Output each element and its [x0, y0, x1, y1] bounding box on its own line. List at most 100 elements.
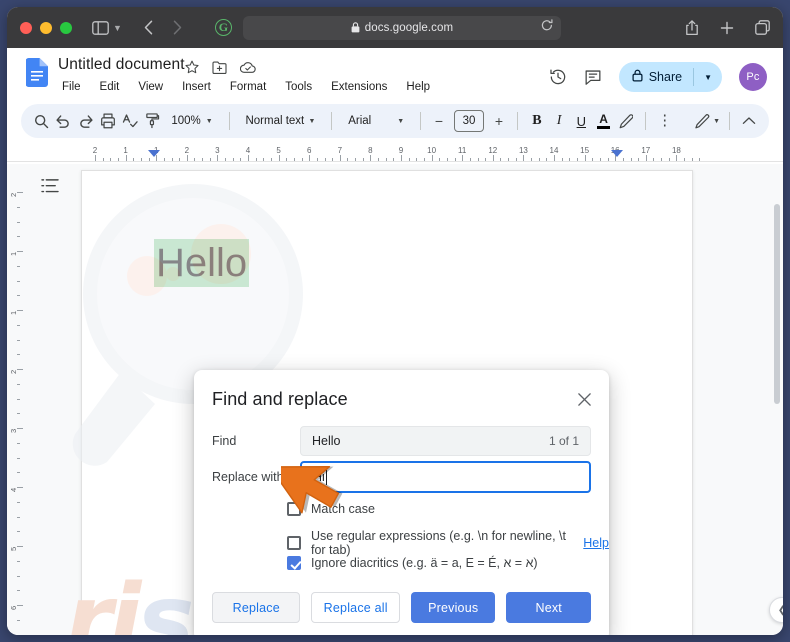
decrease-font-size-button[interactable]: − — [430, 110, 448, 132]
edit-pencil-icon[interactable] — [693, 108, 713, 134]
chevron-up-icon[interactable] — [739, 108, 759, 134]
back-arrow-icon[interactable] — [144, 20, 153, 35]
share-icon[interactable] — [685, 19, 699, 36]
ruler-tick — [684, 158, 686, 161]
menu-help[interactable]: Help — [403, 79, 433, 95]
use-regex-checkbox[interactable] — [287, 536, 301, 550]
ruler-tick — [485, 158, 487, 161]
version-history-icon[interactable] — [549, 68, 567, 86]
paint-format-icon[interactable] — [142, 108, 162, 134]
ruler-tick — [179, 158, 181, 161]
ruler-tick — [217, 155, 219, 161]
vertical-ruler-tick — [17, 354, 20, 356]
sidebar-toggle-icon[interactable] — [92, 20, 109, 35]
spellcheck-icon[interactable] — [120, 108, 140, 134]
menu-format[interactable]: Format — [227, 79, 269, 95]
ruler-tick — [477, 158, 479, 161]
highlight-pen-icon[interactable] — [616, 108, 636, 134]
plus-icon[interactable] — [720, 21, 734, 35]
regex-help-link[interactable]: Help — [583, 536, 609, 550]
ruler-tick — [668, 158, 670, 161]
ruler-tick — [293, 158, 295, 161]
reload-icon[interactable] — [541, 19, 553, 37]
zoom-selector[interactable]: 100% ▼ — [164, 108, 219, 134]
chevron-left-icon[interactable]: ❮ — [769, 597, 783, 623]
chevron-down-icon[interactable]: ▼ — [694, 62, 722, 92]
document-body-text[interactable]: Hello — [154, 239, 250, 287]
right-indent-marker[interactable] — [611, 150, 623, 157]
tab-overview-icon[interactable] — [755, 20, 770, 35]
replace-all-button[interactable]: Replace all — [311, 592, 400, 623]
ruler-number: 5 — [276, 146, 281, 155]
chevron-down-icon: ▼ — [397, 117, 405, 125]
replace-label: Replace with — [212, 470, 284, 484]
menu-tools[interactable]: Tools — [282, 79, 315, 95]
document-title[interactable]: Untitled document — [58, 56, 185, 74]
print-icon[interactable] — [98, 108, 118, 134]
browser-titlebar: ▼ G docs.google.com — [7, 7, 783, 48]
move-to-folder-icon[interactable] — [212, 61, 227, 79]
menu-edit[interactable]: Edit — [97, 79, 123, 95]
italic-button[interactable]: I — [549, 108, 569, 134]
address-bar[interactable]: docs.google.com — [243, 16, 561, 40]
close-window-button[interactable] — [20, 21, 32, 34]
vertical-ruler-tick — [17, 413, 20, 415]
match-case-checkbox[interactable] — [287, 502, 301, 516]
underline-button[interactable]: U — [571, 108, 591, 134]
docs-header: Untitled document File Edit View Insert … — [7, 48, 783, 104]
font-size-input[interactable]: 30 — [453, 110, 484, 132]
document-outline-icon[interactable] — [41, 178, 59, 199]
menu-file[interactable]: File — [59, 79, 84, 95]
google-profile-icon[interactable]: G — [214, 19, 232, 36]
ruler-tick — [393, 158, 395, 161]
menu-extensions[interactable]: Extensions — [328, 79, 390, 95]
vertical-ruler-tick — [17, 369, 23, 370]
ruler-tick — [225, 158, 227, 161]
replace-button[interactable]: Replace — [212, 592, 301, 623]
option-ignore-diacritics[interactable]: Ignore diacritics (e.g. ä = a, E = É, א … — [287, 556, 538, 570]
avatar[interactable]: Pc — [739, 63, 767, 91]
vertical-ruler-tick — [17, 619, 20, 621]
cloud-saved-icon[interactable] — [239, 61, 256, 79]
previous-button[interactable]: Previous — [410, 592, 496, 623]
horizontal-ruler[interactable]: 2 1 1 2 3 4 5 6 7 8 9 10 11 12 13 14 15 16 17 18 — [7, 144, 783, 164]
ruler-number: 10 — [427, 146, 437, 155]
lock-icon — [632, 69, 643, 85]
ruler-tick — [278, 155, 280, 161]
maximize-window-button[interactable] — [60, 21, 72, 34]
left-indent-marker[interactable] — [148, 150, 160, 157]
comments-icon[interactable] — [584, 68, 602, 86]
next-button[interactable]: Next — [506, 592, 591, 623]
paragraph-style-selector[interactable]: Normal text ▼ — [238, 108, 322, 134]
vertical-ruler-tick — [17, 605, 23, 606]
share-button[interactable]: Share — [619, 62, 693, 92]
replace-input[interactable]: Hi — [300, 461, 591, 493]
undo-icon[interactable] — [53, 108, 73, 134]
font-family-selector[interactable]: Arial ▼ — [341, 108, 411, 134]
star-icon[interactable] — [185, 60, 199, 79]
menu-insert[interactable]: Insert — [179, 79, 214, 95]
increase-font-size-button[interactable]: + — [490, 110, 508, 132]
ruler-tick — [355, 158, 357, 161]
menu-view[interactable]: View — [135, 79, 166, 95]
ruler-number: 11 — [458, 146, 467, 155]
use-regex-label: Use regular expressions (e.g. \n for new… — [311, 529, 566, 557]
option-match-case[interactable]: Match case — [287, 502, 375, 516]
find-input[interactable]: Hello 1 of 1 — [300, 426, 591, 456]
vertical-scrollbar[interactable] — [774, 204, 780, 404]
bold-button[interactable]: B — [527, 108, 547, 134]
sidebar-dropdown-icon[interactable]: ▼ — [113, 23, 122, 33]
redo-icon[interactable] — [75, 108, 95, 134]
ignore-diacritics-checkbox[interactable] — [287, 556, 301, 570]
docs-header-actions: Share ▼ Pc — [549, 62, 767, 92]
close-icon[interactable] — [573, 388, 595, 410]
search-icon[interactable] — [31, 108, 51, 134]
forward-arrow-icon[interactable] — [173, 20, 182, 35]
text-color-button[interactable]: A — [593, 108, 613, 134]
option-use-regex[interactable]: Use regular expressions (e.g. \n for new… — [287, 529, 609, 557]
minimize-window-button[interactable] — [40, 21, 52, 34]
vertical-ruler-number: 5 — [9, 546, 18, 551]
vertical-ruler-tick — [17, 236, 20, 238]
edit-mode-chevron-down-icon[interactable]: ▼ — [713, 118, 720, 125]
more-options-icon[interactable]: ⋮ — [655, 108, 675, 134]
